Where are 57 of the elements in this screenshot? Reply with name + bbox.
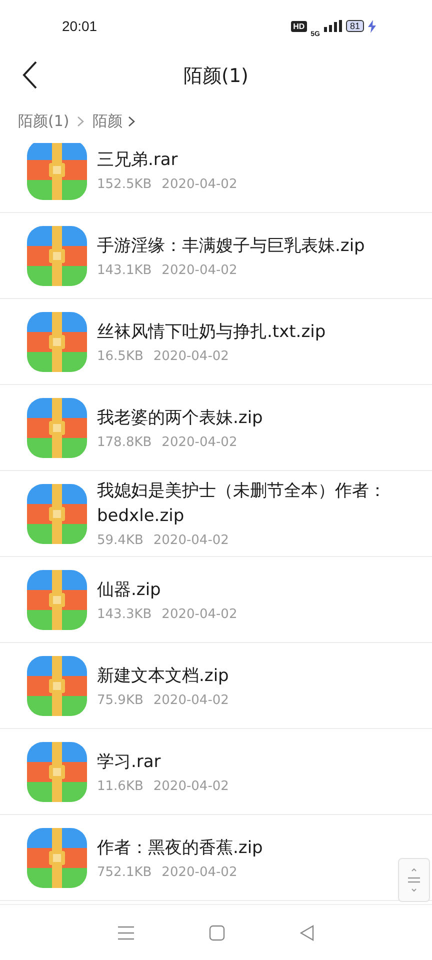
file-date: 2020-04-02: [162, 606, 238, 622]
file-name: 我媳妇是美护士（未删节全本）作者：bedxle.zip: [97, 480, 387, 528]
archive-icon: [27, 656, 87, 716]
archive-icon: [27, 484, 87, 544]
file-name: 手游淫缘：丰满嫂子与巨乳表妹.zip: [97, 234, 365, 258]
file-size: 75.9KB: [97, 692, 144, 708]
archive-icon: [27, 570, 87, 630]
breadcrumb-item[interactable]: 陌颜(1): [18, 112, 70, 131]
archive-icon: [27, 312, 87, 372]
archive-icon: [27, 226, 87, 286]
file-date: 2020-04-02: [153, 778, 229, 794]
file-name: 三兄弟.rar: [97, 148, 179, 172]
file-item[interactable]: 三兄弟.rar 152.5KB 2020-04-02: [0, 143, 432, 213]
file-size: 178.8KB: [97, 434, 152, 450]
archive-icon: [27, 398, 87, 458]
signal-icon: [324, 20, 342, 32]
hd-badge: HD: [291, 20, 307, 32]
file-item[interactable]: 我老婆的两个表妹.zip 178.8KB 2020-04-02: [0, 385, 432, 471]
page-title: 陌颜(1): [184, 64, 248, 89]
back-nav-button[interactable]: [298, 922, 316, 942]
file-date: 2020-04-02: [153, 348, 229, 364]
file-item[interactable]: 我媳妇是美护士（未删节全本）作者：bedxle.zip 59.4KB 2020-04-02: [0, 471, 432, 557]
file-name: 学习.rar: [97, 750, 162, 774]
file-item[interactable]: 新建文本文档.zip 75.9KB 2020-04-02: [0, 643, 432, 729]
file-item[interactable]: 丝袜风情下吐奶与挣扎.txt.zip 16.5KB 2020-04-02: [0, 299, 432, 385]
status-time: 20:01: [62, 18, 98, 34]
file-name: 新建文本文档.zip: [97, 664, 229, 688]
file-date: 2020-04-02: [162, 262, 238, 278]
file-item[interactable]: 学习.rar 11.6KB 2020-04-02: [0, 729, 432, 815]
file-date: 2020-04-02: [153, 533, 229, 548]
file-name: 我老婆的两个表妹.zip: [97, 406, 263, 430]
file-item[interactable]: 手游淫缘：丰满嫂子与巨乳表妹.zip 143.1KB 2020-04-02: [0, 213, 432, 299]
chevron-icon: [77, 116, 84, 127]
file-size: 752.1KB: [97, 864, 152, 880]
menu-button[interactable]: [116, 924, 136, 942]
chevron-icon: [128, 116, 136, 127]
file-date: 2020-04-02: [162, 434, 238, 450]
home-button[interactable]: [206, 922, 227, 942]
file-date: 2020-04-02: [162, 176, 238, 192]
battery-indicator: 81: [346, 20, 364, 32]
file-size: 59.4KB: [97, 533, 144, 548]
archive-icon: [27, 828, 87, 888]
breadcrumb-item[interactable]: 陌颜: [92, 112, 122, 131]
file-date: 2020-04-02: [153, 692, 229, 708]
file-name: 丝袜风情下吐奶与挣扎.txt.zip: [97, 320, 326, 344]
file-size: 11.6KB: [97, 778, 144, 794]
file-size: 152.5KB: [97, 176, 152, 192]
archive-icon: [27, 742, 87, 802]
fast-scroll-handle[interactable]: [398, 858, 430, 902]
file-size: 16.5KB: [97, 348, 144, 364]
file-date: 2020-04-02: [162, 864, 238, 880]
file-name: 作者：黑夜的香蕉.zip: [97, 836, 263, 860]
archive-icon: [27, 143, 87, 200]
file-size: 143.1KB: [97, 262, 152, 278]
file-size: 143.3KB: [97, 606, 152, 622]
file-name: 仙器.zip: [97, 578, 162, 602]
file-item[interactable]: 仙器.zip 143.3KB 2020-04-02: [0, 557, 432, 643]
